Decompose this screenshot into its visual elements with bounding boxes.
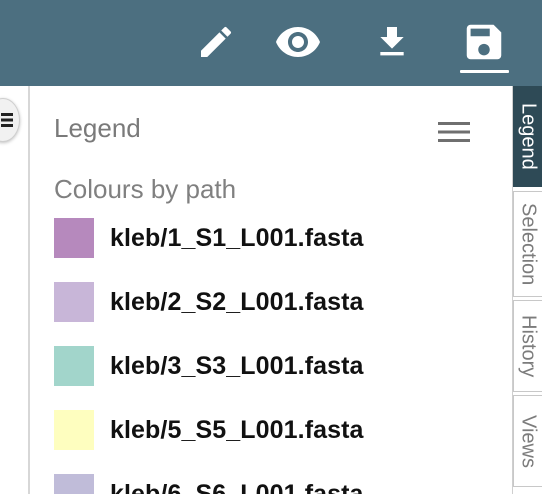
download-button[interactable] [366,16,418,68]
tab-history[interactable]: History [513,300,542,392]
active-tool-indicator [460,70,509,73]
side-tab-bar: Legend Selection History Views [512,86,542,494]
tab-views-label: Views [517,414,540,468]
legend-item-label: kleb/5_S5_L001.fasta [110,415,364,444]
tab-legend-label: Legend [517,103,540,170]
hamburger-menu-icon [1,113,13,127]
tab-selection[interactable]: Selection [513,191,542,297]
color-swatch [54,346,94,386]
legend-item[interactable]: kleb/5_S5_L001.fasta [54,410,364,450]
legend-item-label: kleb/6_S6_L001.fasta [110,479,364,494]
legend-item[interactable]: kleb/1_S1_L001.fasta [54,218,364,258]
tab-history-label: History [517,314,540,378]
legend-item-label: kleb/2_S2_L001.fasta [110,287,364,316]
color-swatch [54,474,94,494]
top-toolbar [0,0,542,86]
panel-title: Legend [54,113,141,143]
hamburger-menu-icon [438,122,470,142]
tab-views[interactable]: Views [513,395,542,487]
left-panel-strip [0,86,30,494]
eye-icon [276,27,320,57]
tab-selection-label: Selection [517,202,540,286]
legend-item-label: kleb/1_S1_L001.fasta [110,223,364,252]
legend-item-label: kleb/3_S3_L001.fasta [110,351,364,380]
download-icon [380,27,404,56]
legend-panel: Legend Colours by path kleb/1_S1_L001.fa… [30,86,512,494]
color-swatch [54,218,94,258]
legend-item[interactable]: kleb/3_S3_L001.fasta [54,346,364,386]
app-window: Legend Colours by path kleb/1_S1_L001.fa… [0,0,542,494]
view-button[interactable] [272,16,324,68]
color-swatch [54,410,94,450]
tab-legend[interactable]: Legend [513,86,542,187]
legend-group-title: Colours by path [54,174,237,204]
legend-item[interactable]: kleb/2_S2_L001.fasta [54,282,364,322]
panel-menu-button[interactable] [436,118,472,146]
edit-button[interactable] [190,16,242,68]
color-swatch [54,282,94,322]
legend-item[interactable]: kleb/6_S6_L001.fasta [54,474,364,494]
pencil-icon [201,26,232,57]
save-button[interactable] [458,16,510,68]
floppy-disk-icon [466,24,502,60]
